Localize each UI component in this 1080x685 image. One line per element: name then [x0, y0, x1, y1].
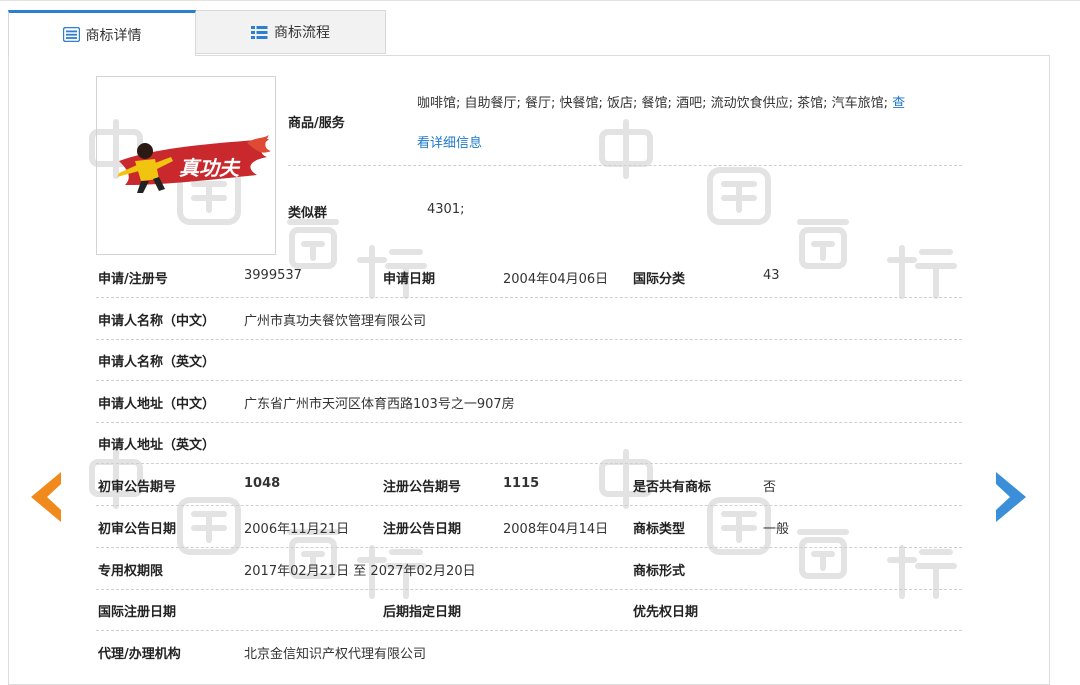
divider — [96, 339, 962, 340]
tab-label: 商标详情 — [85, 27, 142, 44]
list-detail-icon — [62, 26, 80, 43]
divider — [96, 463, 962, 464]
agent-value: 北京金信知识产权代理有限公司 — [244, 647, 427, 662]
list-flow-icon — [251, 25, 268, 40]
shared-value: 否 — [763, 480, 777, 495]
reg-pub-date-value: 2008年04月14日 — [503, 522, 609, 537]
divider — [96, 505, 962, 506]
divider — [96, 547, 962, 548]
logo-text: 真功夫 — [179, 156, 241, 180]
trademark-image: 真功夫 — [96, 76, 276, 255]
similar-group-label: 类似群 — [288, 206, 328, 221]
address-cn-value: 广东省广州市天河区体育西路103号之一907房 — [244, 397, 515, 412]
address-cn-label: 申请人地址（中文） — [98, 397, 216, 412]
divider — [96, 422, 962, 423]
later-date-label: 后期指定日期 — [383, 605, 462, 620]
divider — [96, 630, 962, 631]
tab-trademark-details[interactable]: 商标详情 — [8, 10, 196, 56]
intl-class-value: 43 — [763, 268, 780, 283]
similar-group-value: 4301; — [427, 202, 465, 217]
top-divider — [0, 0, 1080, 1]
trademark-logo: 真功夫 — [117, 135, 271, 193]
prelim-date-label: 初审公告日期 — [98, 522, 177, 537]
prev-arrow-icon[interactable] — [27, 470, 63, 524]
address-en-label: 申请人地址（英文） — [98, 438, 216, 453]
divider — [96, 380, 962, 381]
app-date-value: 2004年04月06日 — [503, 272, 609, 287]
exclusive-period-value: 2017年02月21日 至 2027年02月20日 — [244, 564, 476, 579]
applicant-cn-label: 申请人名称（中文） — [98, 314, 216, 329]
prelim-date-value: 2006年11月21日 — [244, 522, 350, 537]
reg-no-label: 申请/注册号 — [98, 272, 168, 287]
reg-pub-date-label: 注册公告日期 — [383, 522, 462, 537]
reg-no-value: 3999537 — [244, 268, 302, 283]
intl-reg-date-label: 国际注册日期 — [98, 605, 177, 620]
reg-pub-no-value: 1115 — [503, 476, 540, 491]
next-arrow-icon[interactable] — [994, 470, 1030, 524]
goods-services-label: 商品/服务 — [288, 116, 345, 131]
exclusive-period-label: 专用权期限 — [98, 564, 164, 579]
agent-label: 代理/办理机构 — [98, 647, 181, 662]
divider — [288, 165, 962, 166]
tab-label: 商标流程 — [274, 25, 330, 41]
intl-class-label: 国际分类 — [633, 272, 686, 287]
app-date-label: 申请日期 — [383, 272, 436, 287]
reg-pub-no-label: 注册公告期号 — [383, 480, 462, 495]
divider — [96, 589, 962, 590]
view-details-link-continued[interactable]: 看详细信息 — [417, 132, 482, 151]
divider — [96, 297, 962, 298]
view-details-link[interactable]: 查 — [892, 96, 905, 111]
shared-label: 是否共有商标 — [633, 480, 712, 495]
tab-trademark-flow[interactable]: 商标流程 — [196, 10, 386, 54]
prelim-no-value: 1048 — [244, 476, 281, 491]
applicant-en-label: 申请人名称（英文） — [98, 355, 216, 370]
priority-date-label: 优先权日期 — [633, 605, 699, 620]
tm-type-label: 商标类型 — [633, 522, 686, 537]
goods-services-value: 咖啡馆; 自助餐厅; 餐厅; 快餐馆; 饭店; 餐馆; 酒吧; 流动饮食供应; … — [417, 96, 906, 111]
applicant-cn-value: 广州市真功夫餐饮管理有限公司 — [244, 314, 427, 329]
prelim-no-label: 初审公告期号 — [98, 480, 177, 495]
tm-form-label: 商标形式 — [633, 564, 686, 579]
tm-type-value: 一般 — [763, 522, 790, 537]
